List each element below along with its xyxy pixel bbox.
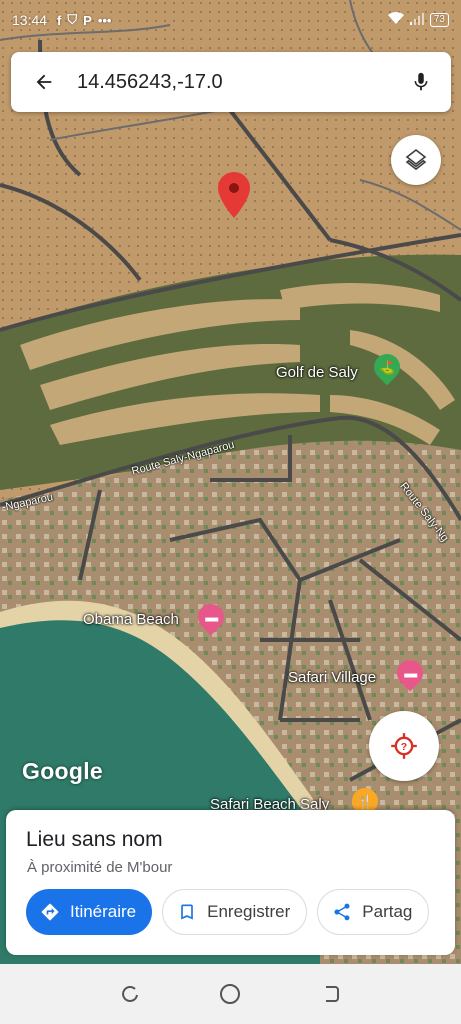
save-button[interactable]: Enregistrer — [162, 889, 308, 935]
layers-icon — [405, 148, 427, 171]
share-label: Partag — [362, 902, 413, 921]
google-logo: Google — [22, 758, 104, 784]
place-title: Lieu sans nom — [26, 828, 163, 851]
directions-label: Itinéraire — [70, 902, 137, 921]
parking-icon: P — [83, 12, 92, 28]
my-location-button[interactable]: ? — [369, 711, 439, 781]
svg-text:?: ? — [401, 741, 407, 753]
place-bottom-sheet[interactable]: Lieu sans nom À proximité de M'bour Itin… — [6, 810, 455, 955]
home-icon[interactable] — [210, 974, 250, 1014]
safari-village-label: Safari Village — [288, 669, 377, 686]
wifi-icon — [387, 12, 404, 28]
place-subtitle: À proximité de M'bour — [27, 859, 173, 876]
my-location-icon: ? — [391, 733, 417, 759]
directions-icon — [40, 902, 60, 922]
search-bar[interactable]: 14.456243,-17.0 — [11, 52, 451, 112]
share-button[interactable]: Partag — [317, 889, 430, 935]
signal-icon — [409, 12, 424, 28]
status-bar: 13:44 f ⛉ P ••• 73 — [0, 0, 461, 40]
recent-apps-icon[interactable] — [110, 974, 150, 1014]
battery-icon: 73 — [429, 13, 449, 27]
status-time: 13:44 — [12, 12, 48, 28]
location-pin-icon[interactable] — [218, 172, 250, 220]
system-nav-bar — [0, 964, 461, 1024]
arrow-back-icon[interactable] — [11, 52, 77, 112]
facebook-icon: f — [57, 12, 62, 28]
obama-beach-label: Obama Beach — [83, 611, 179, 628]
save-label: Enregistrer — [207, 902, 291, 921]
share-icon — [332, 902, 352, 922]
golf-label: Golf de Saly — [276, 364, 358, 381]
microphone-icon[interactable] — [391, 52, 451, 112]
layers-button[interactable] — [391, 135, 441, 185]
directions-button[interactable]: Itinéraire — [26, 889, 153, 935]
more-dots-icon: ••• — [97, 12, 112, 28]
search-query[interactable]: 14.456243,-17.0 — [77, 71, 391, 94]
shield-icon: ⛉ — [67, 12, 78, 27]
back-icon[interactable] — [311, 974, 351, 1014]
bookmark-icon — [177, 902, 197, 922]
